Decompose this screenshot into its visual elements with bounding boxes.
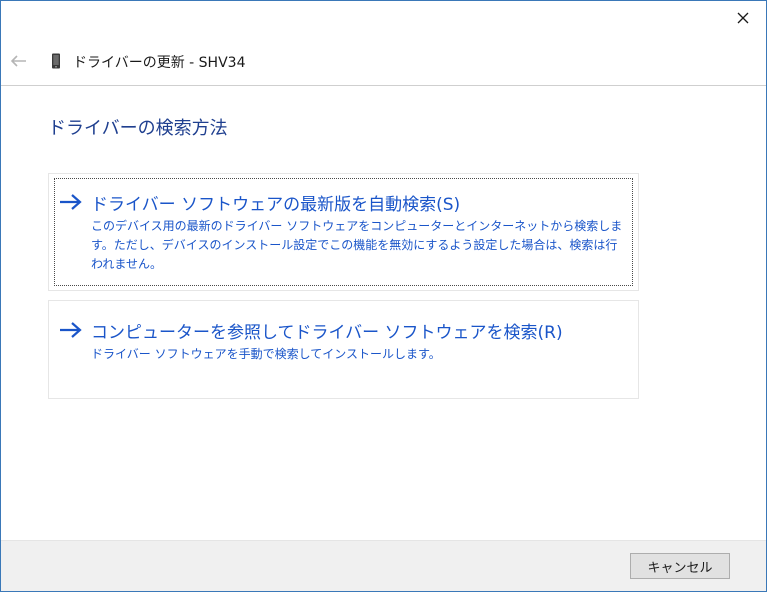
cancel-button[interactable]: キャンセル bbox=[630, 553, 730, 579]
phone-device-icon bbox=[52, 53, 60, 69]
close-icon bbox=[737, 12, 749, 24]
window-title: ドライバーの更新 - SHV34 bbox=[73, 55, 246, 71]
dialog-footer: キャンセル bbox=[1, 540, 766, 591]
close-button[interactable] bbox=[720, 1, 766, 35]
browse-computer-description: ドライバー ソフトウェアを手動で検索してインストールします。 bbox=[91, 347, 441, 361]
right-arrow-icon bbox=[60, 322, 82, 338]
page-heading: ドライバーの検索方法 bbox=[48, 118, 228, 139]
auto-search-description: このデバイス用の最新のドライバー ソフトウェアをコンピューターとインターネットか… bbox=[91, 219, 623, 271]
browse-computer-title: コンピューターを参照してドライバー ソフトウェアを検索(R) bbox=[91, 323, 563, 343]
browse-computer-option[interactable]: コンピューターを参照してドライバー ソフトウェアを検索(R) ドライバー ソフト… bbox=[48, 300, 639, 399]
right-arrow-icon bbox=[60, 194, 82, 210]
auto-search-option[interactable]: ドライバー ソフトウェアの最新版を自動検索(S) このデバイス用の最新のドライバ… bbox=[48, 173, 639, 291]
dialog-window: ドライバーの更新 - SHV34 ドライバーの検索方法 ドライバー ソフトウェア… bbox=[0, 0, 767, 592]
back-arrow-icon bbox=[11, 55, 26, 67]
back-button[interactable] bbox=[9, 51, 29, 71]
title-divider bbox=[1, 85, 766, 86]
auto-search-title: ドライバー ソフトウェアの最新版を自動検索(S) bbox=[91, 195, 461, 215]
